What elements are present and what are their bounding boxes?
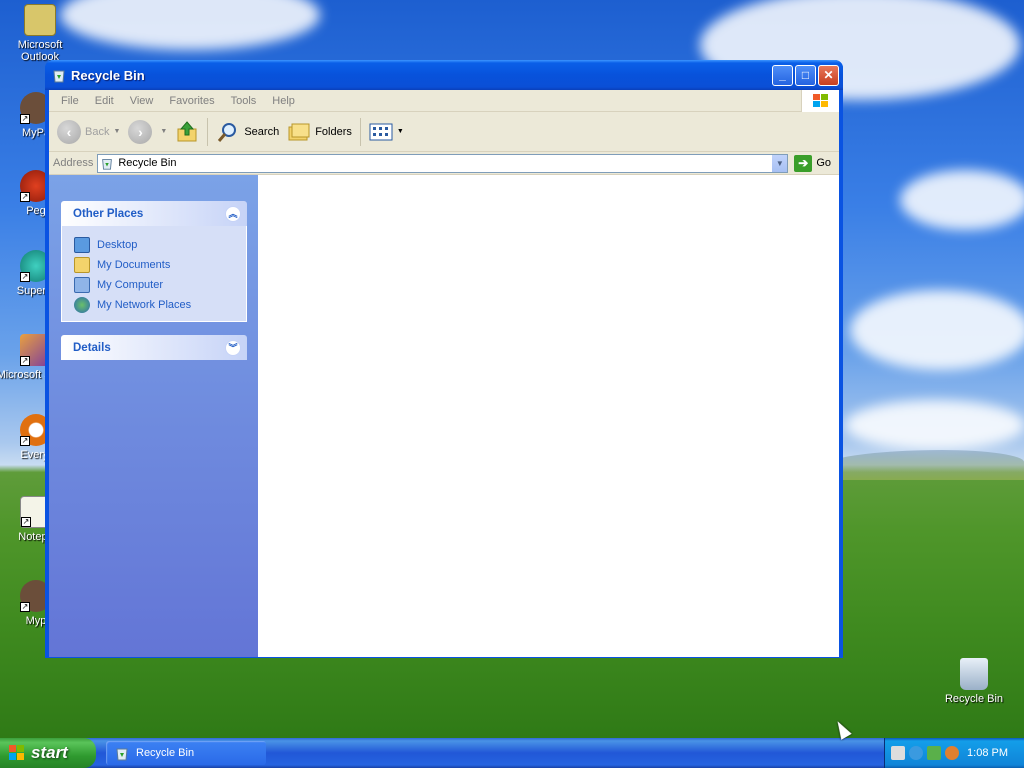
back-label: Back (85, 125, 110, 138)
cloud (845, 400, 1024, 450)
go-arrow-icon: ➔ (794, 154, 813, 172)
network-icon[interactable] (909, 746, 923, 760)
go-label: Go (816, 157, 831, 169)
menu-favorites[interactable]: Favorites (161, 95, 222, 107)
address-input[interactable]: Recycle Bin ▼ (97, 153, 789, 173)
search-icon (218, 122, 237, 142)
up-folder-button[interactable] (171, 116, 203, 148)
back-button[interactable]: ‹ Back ▼ (53, 116, 124, 148)
taskbar-button-recycle-bin[interactable]: Recycle Bin (106, 741, 266, 765)
recycle-bin-window: Recycle Bin _ □ ✕ File Edit View Favorit… (45, 60, 843, 658)
cloud (850, 290, 1024, 370)
system-tray: 1:08 PM (884, 738, 1024, 768)
address-bar: Address Recycle Bin ▼ ➔ Go (49, 152, 839, 175)
toolbar-separator (207, 117, 209, 146)
other-places-body: Desktop My Documents My Computer My Netw… (61, 226, 247, 322)
clock[interactable]: 1:08 PM (967, 747, 1008, 759)
distant-hills (820, 450, 1024, 480)
windows-logo-icon (9, 745, 24, 760)
folders-icon (288, 123, 310, 140)
desktop-icon-outlook[interactable]: Microsoft Outlook (0, 4, 80, 63)
recycle-bin-icon (116, 748, 128, 761)
search-tray-icon[interactable] (945, 746, 959, 760)
address-dropdown-icon[interactable]: ▼ (771, 154, 788, 172)
menu-bar: File Edit View Favorites Tools Help (49, 90, 839, 112)
desktop-icon-label: Recycle Bin (944, 693, 1004, 705)
minimize-button[interactable]: _ (772, 64, 793, 86)
start-button[interactable]: start (0, 738, 96, 768)
network-places-icon (74, 297, 90, 313)
taskbar-button-label: Recycle Bin (136, 747, 195, 759)
other-places-header[interactable]: Other Places ︽ (61, 201, 247, 226)
expand-chevron-icon[interactable]: ︾ (225, 339, 241, 356)
window-content: Other Places ︽ Desktop My Documents My C… (49, 175, 839, 657)
search-label: Search (244, 125, 280, 138)
link-my-documents[interactable]: My Documents (74, 255, 238, 275)
maximize-icon: □ (801, 68, 810, 82)
recycle-bin-icon (960, 658, 988, 690)
close-button[interactable]: ✕ (818, 64, 839, 86)
menu-tools[interactable]: Tools (223, 95, 265, 107)
menu-view[interactable]: View (122, 95, 162, 107)
up-folder-icon (177, 120, 197, 141)
back-dropdown-icon[interactable]: ▼ (113, 128, 120, 135)
details-panel: Details ︾ (61, 335, 247, 360)
my-documents-icon (74, 257, 90, 273)
address-value: Recycle Bin (118, 157, 177, 169)
views-button[interactable]: ▼ (365, 116, 408, 148)
recycle-bin-icon (53, 70, 65, 83)
link-desktop[interactable]: Desktop (74, 235, 238, 255)
taskbar: start Recycle Bin 1:08 PM (0, 738, 1024, 768)
menu-file[interactable]: File (53, 95, 87, 107)
folders-label: Folders (315, 125, 352, 138)
maximize-button[interactable]: □ (795, 64, 816, 86)
address-label: Address (53, 157, 94, 169)
cloud (60, 0, 320, 50)
search-button[interactable]: Search (212, 116, 283, 148)
security-icon[interactable] (927, 746, 941, 760)
details-title: Details (73, 341, 111, 354)
outlook-icon (24, 4, 56, 36)
toolbar-separator (359, 117, 361, 146)
link-label: Desktop (97, 239, 138, 251)
other-places-title: Other Places (73, 207, 144, 220)
folders-button[interactable]: Folders (283, 116, 356, 148)
task-pane: Other Places ︽ Desktop My Documents My C… (49, 175, 258, 657)
my-computer-icon (74, 277, 90, 293)
standard-toolbar: ‹ Back ▼ › ▼ Search Folders ▼ (49, 112, 839, 152)
desktop-icon (74, 237, 90, 253)
link-label: My Computer (97, 279, 164, 291)
forward-arrow-icon: › (128, 119, 153, 144)
close-icon: ✕ (823, 68, 834, 82)
keyboard-icon[interactable] (891, 746, 905, 760)
windows-logo-icon (801, 90, 839, 112)
back-arrow-icon: ‹ (57, 119, 81, 144)
title-bar[interactable]: Recycle Bin _ □ ✕ (45, 60, 843, 90)
forward-dropdown-icon[interactable]: ▼ (160, 128, 167, 135)
link-label: My Network Places (97, 299, 192, 311)
link-label: My Documents (97, 259, 171, 271)
start-label: start (31, 743, 68, 762)
recycle-bin-icon (102, 159, 113, 170)
menu-help[interactable]: Help (264, 95, 303, 107)
other-places-panel: Other Places ︽ Desktop My Documents My C… (61, 201, 247, 322)
window-title: Recycle Bin (71, 67, 145, 83)
views-icon (369, 123, 393, 140)
link-my-computer[interactable]: My Computer (74, 275, 238, 295)
desktop-icon-recycle-bin[interactable]: Recycle Bin (934, 658, 1014, 705)
forward-button[interactable]: › ▼ (124, 116, 171, 148)
collapse-chevron-icon[interactable]: ︽ (225, 205, 241, 222)
details-header[interactable]: Details ︾ (61, 335, 247, 360)
link-my-network-places[interactable]: My Network Places (74, 295, 238, 315)
cloud (900, 170, 1024, 230)
views-dropdown-icon[interactable]: ▼ (397, 128, 404, 135)
menu-edit[interactable]: Edit (87, 95, 122, 107)
minimize-icon: _ (779, 68, 786, 82)
go-button[interactable]: ➔ Go (788, 154, 839, 172)
file-list-area[interactable] (258, 175, 839, 657)
